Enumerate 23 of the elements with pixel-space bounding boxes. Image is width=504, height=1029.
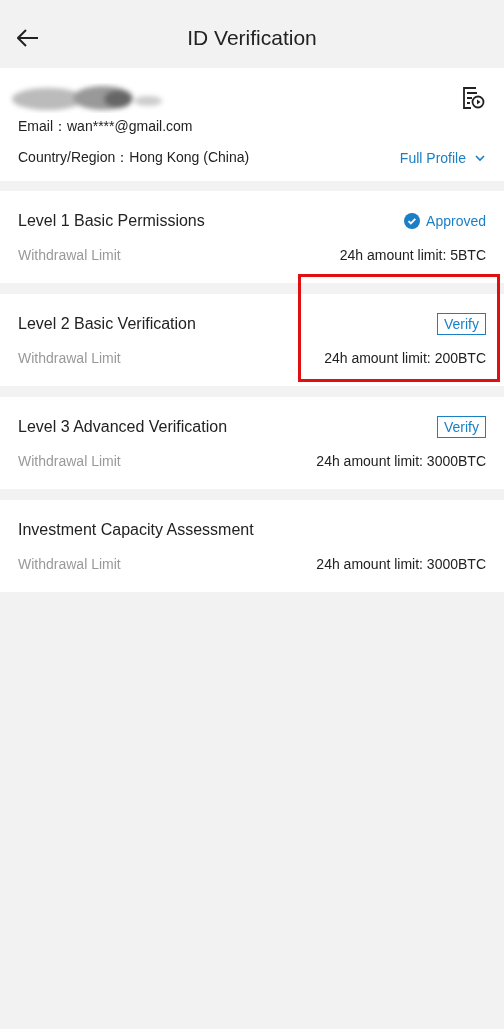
verify-button[interactable]: Verify bbox=[437, 313, 486, 335]
limit-label: Withdrawal Limit bbox=[18, 350, 121, 366]
region-text: Country/Region：Hong Kong (China) bbox=[18, 149, 250, 167]
full-profile-link[interactable]: Full Profile bbox=[399, 150, 486, 166]
level-title: Level 2 Basic Verification bbox=[18, 315, 196, 333]
document-play-icon[interactable] bbox=[462, 87, 486, 109]
level-title: Investment Capacity Assessment bbox=[18, 521, 254, 539]
level-title: Level 1 Basic Permissions bbox=[18, 212, 205, 230]
limit-value: 24h amount limit: 3000BTC bbox=[316, 556, 486, 572]
limit-value: 24h amount limit: 3000BTC bbox=[316, 453, 486, 469]
verify-button[interactable]: Verify bbox=[437, 416, 486, 438]
page-title: ID Verification bbox=[187, 26, 317, 50]
chevron-down-icon bbox=[474, 154, 486, 162]
level-title: Level 3 Advanced Verification bbox=[18, 418, 228, 436]
approved-status: Approved bbox=[404, 213, 486, 229]
limit-label: Withdrawal Limit bbox=[18, 556, 121, 572]
limit-label: Withdrawal Limit bbox=[18, 453, 121, 469]
limit-value: 24h amount limit: 200BTC bbox=[324, 350, 486, 366]
email-text: Email：wan****@gmail.com bbox=[18, 118, 194, 136]
limit-value: 24h amount limit: 5BTC bbox=[339, 247, 486, 263]
limit-label: Withdrawal Limit bbox=[18, 247, 121, 263]
back-arrow-icon[interactable] bbox=[17, 29, 39, 47]
check-circle-icon bbox=[404, 213, 421, 229]
